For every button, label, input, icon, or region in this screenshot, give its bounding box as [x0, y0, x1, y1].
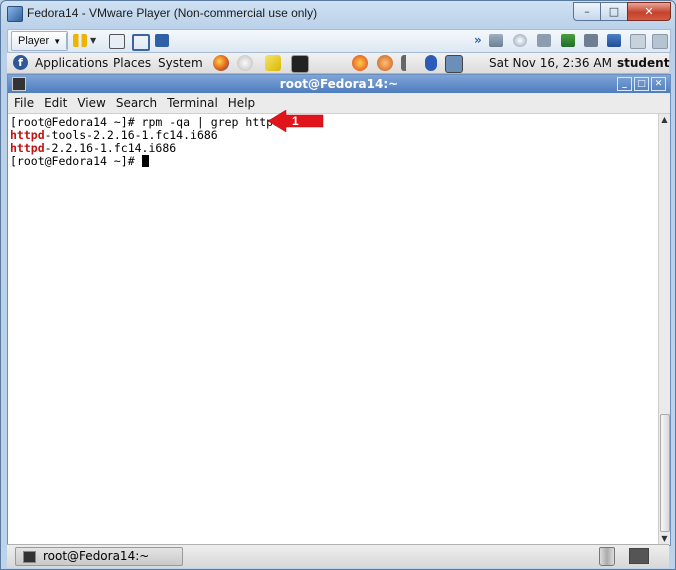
network-adapter-icon[interactable] [561, 34, 575, 47]
terminal-scrollbar[interactable]: ▲ ▼ [658, 114, 670, 545]
gnome-top-panel: f Applications Places System Sat Nov 16,… [7, 53, 669, 74]
chevron-down-icon: ▼ [53, 37, 62, 46]
evolution-mail-icon[interactable] [237, 55, 253, 71]
volume-icon[interactable] [401, 55, 413, 71]
close-button[interactable]: ✕ [627, 2, 671, 21]
maximize-button[interactable]: □ [600, 2, 628, 21]
workspace-switcher-icon[interactable] [629, 548, 649, 564]
pause-dropdown-icon[interactable]: ▼ [90, 34, 98, 47]
terminal-task-icon [23, 551, 36, 563]
vmware-app-icon [7, 6, 23, 22]
floppy-icon[interactable] [537, 34, 551, 47]
player-menu-button[interactable]: Player ▼ [11, 31, 69, 51]
cd-rom-icon[interactable] [513, 34, 527, 47]
title-bar[interactable]: Fedora14 - VMware Player (Non-commercial… [1, 1, 675, 27]
terminal-title: root@Fedora14:~ [279, 77, 399, 91]
menu-edit[interactable]: Edit [40, 93, 71, 113]
panel-clock[interactable]: Sat Nov 16, 2:36 AM [489, 55, 612, 71]
sound-device-icon[interactable] [630, 34, 646, 49]
terminal-window-controls: _ □ ✕ [617, 77, 666, 91]
fedora-logo-icon[interactable]: f [13, 55, 28, 70]
terminal-minimize-button[interactable]: _ [617, 77, 632, 91]
harddisk-icon[interactable] [489, 34, 503, 47]
terminal-menubar: File Edit View Search Terminal Help [8, 93, 670, 114]
menu-places[interactable]: Places [113, 55, 151, 71]
gnome-bottom-panel: root@Fedora14:~ [7, 544, 669, 568]
taskbar-terminal-label: root@Fedora14:~ [43, 549, 150, 563]
menu-view[interactable]: View [73, 93, 109, 113]
menu-terminal[interactable]: Terminal [163, 93, 222, 113]
minimize-button[interactable]: – [573, 2, 601, 21]
window-controls: – □ ✕ [573, 2, 671, 21]
more-devices-icon[interactable]: » [474, 34, 484, 47]
unity-icon[interactable] [155, 34, 169, 47]
pause-icon[interactable] [73, 34, 87, 47]
text-editor-icon[interactable] [265, 55, 281, 71]
menu-file[interactable]: File [10, 93, 38, 113]
printer-icon[interactable] [584, 34, 598, 47]
taskbar-terminal-button[interactable]: root@Fedora14:~ [15, 547, 183, 566]
menu-help[interactable]: Help [224, 93, 259, 113]
toolbar-separator [66, 33, 67, 49]
bluetooth-icon[interactable] [425, 55, 437, 71]
terminal-launcher-icon[interactable] [291, 55, 309, 73]
window-title: Fedora14 - VMware Player (Non-commercial… [27, 6, 318, 20]
update-notifier-icon[interactable] [352, 55, 368, 71]
text-cursor [141, 155, 149, 167]
trash-icon[interactable] [599, 547, 615, 566]
usb-icon[interactable] [607, 34, 621, 47]
scroll-up-icon[interactable]: ▲ [659, 114, 670, 126]
terminal-close-button[interactable]: ✕ [651, 77, 666, 91]
network-icon[interactable] [109, 34, 125, 49]
player-menu-label: Player [18, 35, 50, 47]
vmware-toolbar: Player ▼ ▼ » [7, 29, 671, 53]
annotation-label: 1 [292, 114, 299, 128]
terminal-line: [root@Fedora14 ~]# [10, 155, 149, 168]
terminal-maximize-button[interactable]: □ [634, 77, 649, 91]
panel-user[interactable]: student [617, 55, 669, 71]
status-face-icon[interactable] [377, 55, 393, 71]
menu-search[interactable]: Search [112, 93, 161, 113]
annotation-arrow: 1 [268, 110, 324, 132]
terminal-window: root@Fedora14:~ _ □ ✕ File Edit View Search… [7, 74, 671, 546]
scrollbar-thumb[interactable] [660, 414, 670, 532]
grep-match: httpd [10, 128, 45, 142]
vmware-player-window: Fedora14 - VMware Player (Non-commercial… [0, 0, 676, 570]
grep-match: httpd [10, 141, 45, 155]
menu-applications[interactable]: Applications [35, 55, 108, 71]
network-status-icon[interactable] [445, 55, 463, 73]
terminal-title-bar[interactable]: root@Fedora14:~ _ □ ✕ [8, 75, 670, 93]
terminal-output[interactable]: [root@Fedora14 ~]# rpm -qa | grep httpd … [8, 114, 658, 545]
message-log-icon[interactable] [652, 34, 668, 49]
menu-system[interactable]: System [158, 55, 203, 71]
firefox-icon[interactable] [213, 55, 229, 71]
fullscreen-icon[interactable] [132, 34, 150, 51]
